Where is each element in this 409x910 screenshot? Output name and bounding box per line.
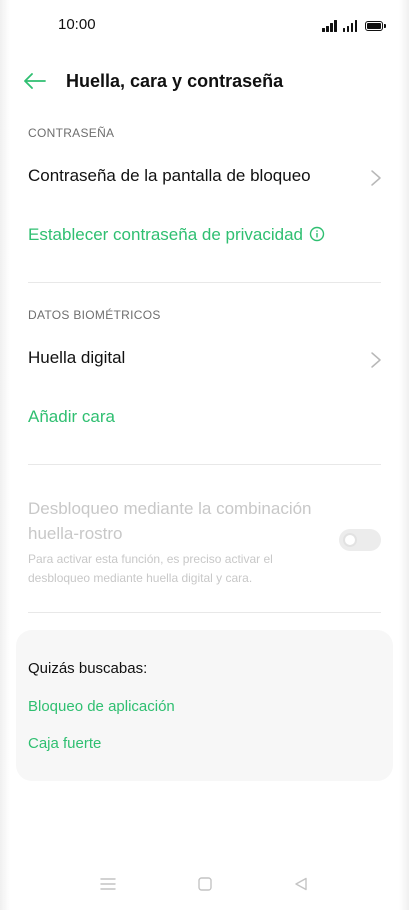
chevron-right-icon: [371, 170, 381, 186]
fingerprint-item[interactable]: Huella digital: [0, 334, 409, 386]
lock-screen-password-label: Contraseña de la pantalla de bloqueo: [28, 166, 311, 185]
fingerprint-label: Huella digital: [28, 348, 126, 367]
app-header: Huella, cara y contraseña: [0, 62, 409, 100]
screen-edge-right: [399, 0, 409, 910]
phone-screen: 10:00 Huella, cara y contraseña CONTRASE…: [0, 0, 409, 910]
suggestion-app-lock-link[interactable]: Bloqueo de aplicación: [28, 698, 175, 715]
home-icon: [198, 877, 212, 891]
home-button[interactable]: [193, 872, 217, 896]
signal-icon: [342, 20, 357, 32]
section-divider: [28, 282, 381, 283]
menu-icon: [100, 878, 116, 890]
privacy-password-item[interactable]: Establecer contraseña de privacidad: [0, 211, 409, 263]
privacy-password-label: Establecer contraseña de privacidad: [28, 225, 325, 245]
chevron-right-icon: [371, 352, 381, 368]
add-face-item[interactable]: Añadir cara: [0, 393, 409, 445]
signal-icon: [322, 20, 337, 32]
toggle-knob: [343, 533, 357, 547]
back-icon: [295, 877, 307, 891]
nav-back-button[interactable]: [289, 872, 313, 896]
combo-unlock-title: Desbloqueo mediante la combinación huell…: [28, 499, 312, 543]
suggestions-card: Quizás buscabas: Bloqueo de aplicación C…: [16, 630, 393, 781]
combo-unlock-item: Desbloqueo mediante la combinación huell…: [28, 496, 319, 588]
status-bar: 10:00: [0, 14, 409, 38]
section-header-biometrics: DATOS BIOMÉTRICOS: [28, 308, 161, 322]
back-arrow-icon: [24, 73, 46, 89]
suggestions-title: Quizás buscabas:: [28, 660, 148, 677]
battery-icon: [365, 21, 386, 31]
suggestion-safe-link[interactable]: Caja fuerte: [28, 735, 101, 752]
status-icons: [322, 18, 386, 32]
section-divider: [28, 612, 381, 613]
info-icon[interactable]: [309, 226, 325, 242]
lock-screen-password-item[interactable]: Contraseña de la pantalla de bloqueo: [0, 152, 409, 204]
section-header-password: CONTRASEÑA: [28, 126, 115, 140]
combo-unlock-toggle[interactable]: [339, 529, 381, 551]
combo-unlock-description: Para activar esta función, es preciso ac…: [28, 552, 273, 585]
status-time: 10:00: [58, 16, 96, 33]
add-face-label: Añadir cara: [28, 407, 115, 426]
screen-edge-left: [0, 0, 10, 910]
back-button[interactable]: [22, 68, 48, 94]
navigation-bar: [0, 872, 409, 896]
page-title: Huella, cara y contraseña: [66, 71, 284, 91]
recent-apps-button[interactable]: [96, 872, 120, 896]
section-divider: [28, 464, 381, 465]
